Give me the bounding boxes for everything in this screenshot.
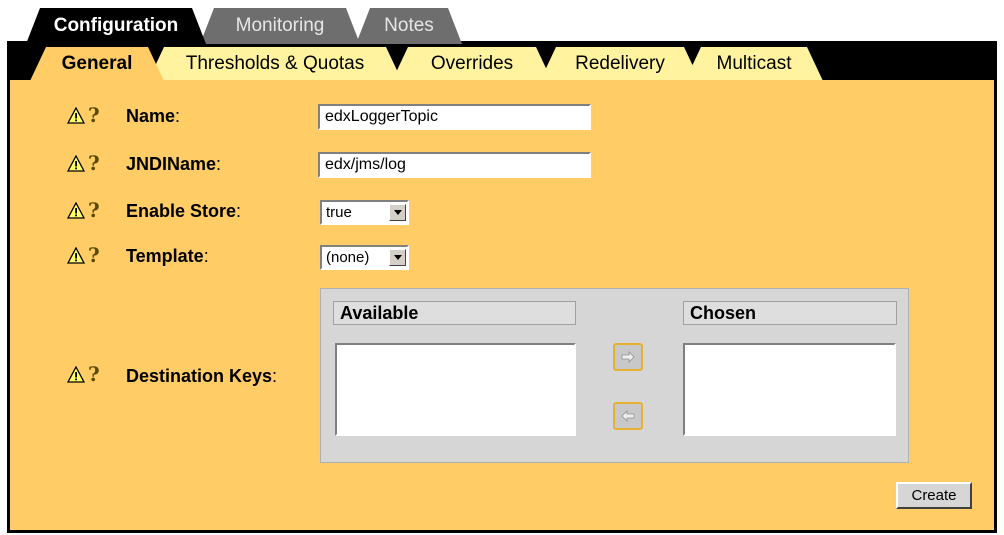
destination-keys-colon: : [272,366,278,386]
template-colon: : [203,246,209,266]
tab-configuration-label: Configuration [53,15,179,36]
destination-keys-panel: Available Chosen [320,288,909,463]
jndi-colon: : [216,154,222,174]
arrow-right-icon [621,351,635,363]
name-input[interactable] [318,104,591,130]
subtab-redelivery[interactable]: Redelivery [540,47,700,81]
enable-store-value: true [326,204,352,221]
destination-keys-label-text: Destination Keys [126,366,273,386]
subtab-redelivery-label: Redelivery [575,53,665,74]
tab-notes[interactable]: Notes [356,8,462,44]
arrow-left-icon [621,410,635,422]
move-right-button[interactable] [613,343,643,371]
template-select[interactable]: (none) [320,245,409,270]
template-label: Template: [126,246,209,267]
template-label-text: Template [126,246,204,266]
tab-monitoring-label: Monitoring [235,15,325,36]
enable-store-select[interactable]: true [320,200,409,225]
name-label-text: Name [126,106,176,126]
create-button[interactable]: Create [896,482,972,509]
move-left-button[interactable] [613,402,643,430]
chevron-down-icon[interactable] [389,249,406,266]
chosen-listbox[interactable] [683,343,896,436]
store-icons: ? [67,200,100,220]
warning-icon[interactable] [67,154,85,172]
jndi-name-input[interactable] [318,152,591,178]
subtab-general[interactable]: General [30,47,164,81]
warning-icon[interactable] [67,246,85,264]
chosen-header: Chosen [683,301,897,325]
subtab-multicast[interactable]: Multicast [685,47,823,81]
tab-notes-label: Notes [384,15,434,36]
subtab-overrides-label: Overrides [430,53,514,74]
available-header: Available [333,301,576,325]
template-icons: ? [67,245,100,265]
warning-icon[interactable] [67,201,85,219]
subtab-general-label: General [61,53,133,74]
tab-configuration[interactable]: Configuration [26,8,206,44]
subtab-overrides[interactable]: Overrides [392,47,552,81]
help-icon[interactable]: ? [88,245,100,265]
subtab-multicast-label: Multicast [716,53,792,74]
available-listbox[interactable] [335,343,576,436]
subtab-thresholds-quotas[interactable]: Thresholds & Quotas [148,47,402,81]
chevron-down-icon[interactable] [389,204,406,221]
create-button-label: Create [911,487,957,504]
help-icon[interactable]: ? [88,153,100,173]
jndi-label: JNDIName: [126,154,221,175]
subtab-thresholds-quotas-label: Thresholds & Quotas [185,53,365,74]
enable-store-label: Enable Store: [126,201,241,222]
help-icon[interactable]: ? [88,364,100,384]
name-icons: ? [67,105,100,125]
warning-icon[interactable] [67,365,85,383]
enable-store-label-text: Enable Store [126,201,237,221]
jndi-icons: ? [67,153,100,173]
tab-monitoring[interactable]: Monitoring [200,8,360,44]
template-value: (none) [326,249,370,266]
name-label: Name: [126,106,180,127]
warning-icon[interactable] [67,106,85,124]
dest-keys-icons: ? [67,364,100,384]
jndi-label-text: JNDIName [126,154,217,174]
destination-keys-label: Destination Keys: [126,366,277,387]
enable-store-colon: : [236,201,242,221]
help-icon[interactable]: ? [88,105,100,125]
help-icon[interactable]: ? [88,200,100,220]
name-colon: : [175,106,181,126]
